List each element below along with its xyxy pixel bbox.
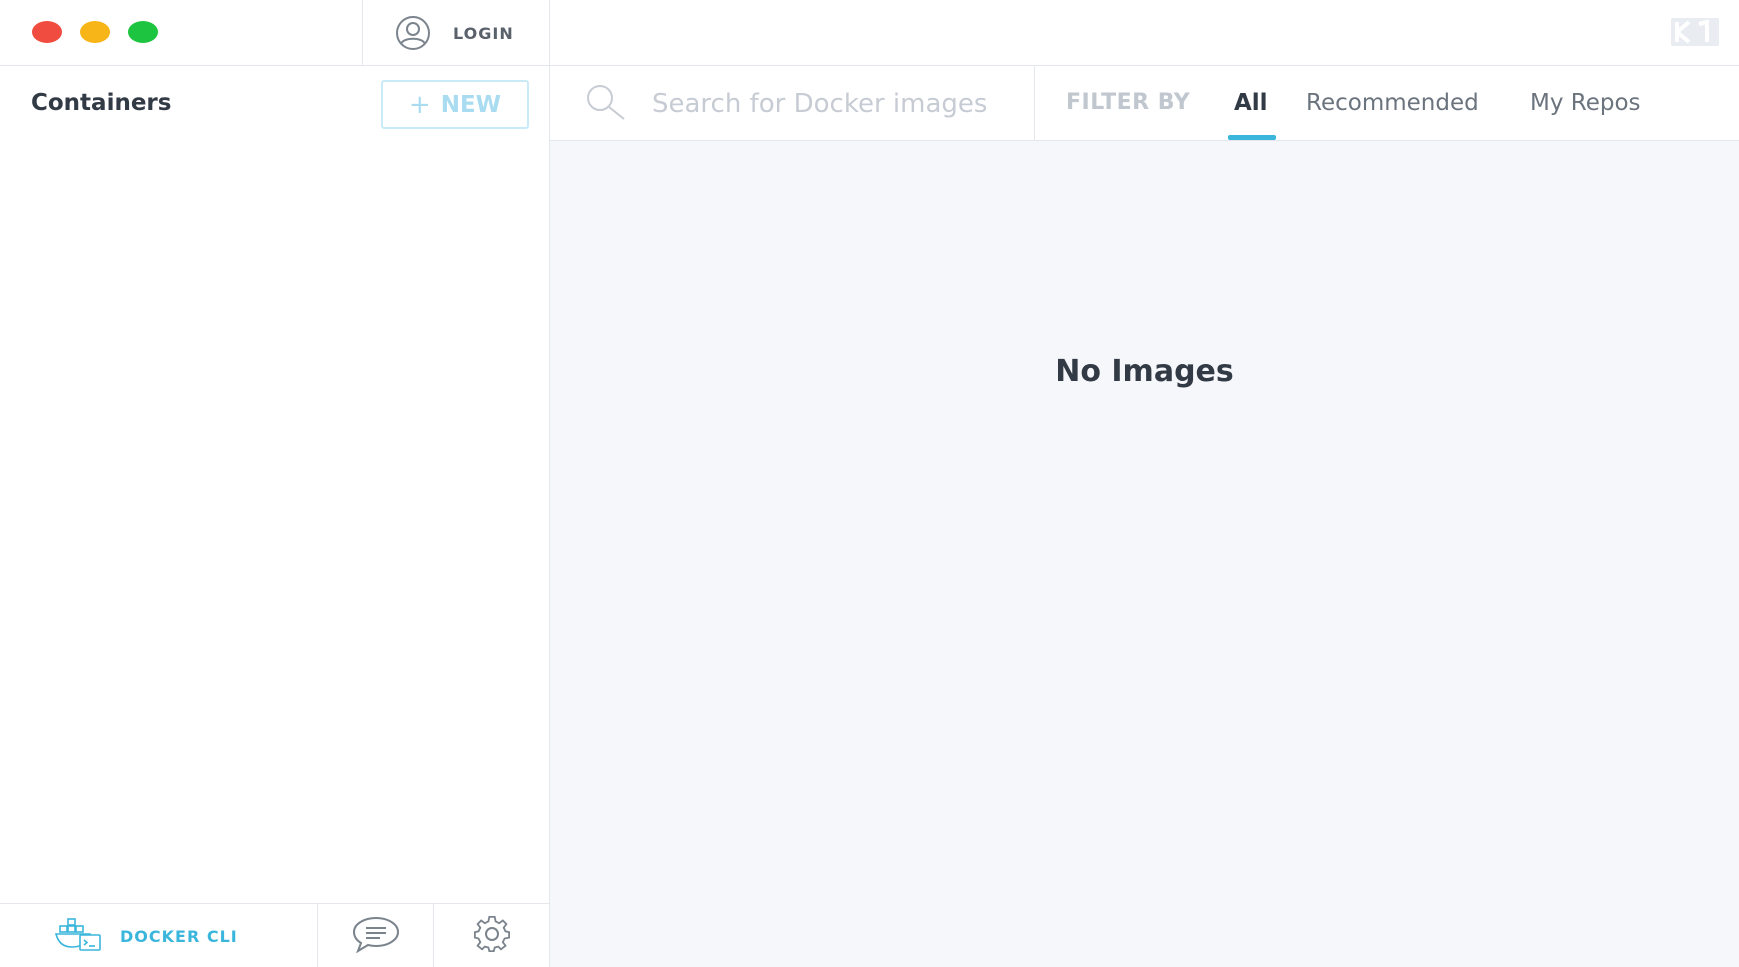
containers-title: Containers — [31, 90, 172, 116]
images-toolbar: FILTER BY All Recommended My Repos — [550, 66, 1739, 141]
new-container-button[interactable]: + NEW — [381, 80, 529, 129]
docker-cli-button[interactable]: DOCKER CLI — [0, 904, 318, 967]
main-titlebar — [550, 0, 1739, 66]
active-tab-indicator — [1228, 135, 1276, 140]
window-minimize-button[interactable] — [80, 21, 110, 43]
docker-cli-icon — [54, 916, 104, 956]
login-button[interactable]: LOGIN — [362, 0, 550, 66]
filter-by-label: FILTER BY — [1066, 90, 1191, 115]
app-window: LOGIN Containers + NEW DOCKER CLI Search… — [0, 0, 1739, 967]
user-circle-icon — [387, 15, 439, 51]
gear-icon — [468, 914, 516, 958]
search-icon — [580, 82, 630, 126]
window-close-button[interactable] — [32, 21, 62, 43]
settings-button[interactable] — [434, 904, 550, 967]
tab-my-repos[interactable]: My Repos — [1530, 90, 1641, 116]
sidebar-footer: DOCKER CLI — [0, 903, 550, 967]
sidebar: LOGIN Containers + NEW DOCKER CLI — [0, 0, 550, 967]
new-button-label: NEW — [440, 91, 502, 118]
sidebar-titlebar: LOGIN — [0, 0, 550, 66]
window-maximize-button[interactable] — [128, 21, 158, 43]
feedback-button[interactable] — [318, 904, 434, 967]
search-input[interactable] — [652, 83, 992, 124]
search-box — [550, 66, 1035, 141]
login-label: LOGIN — [453, 23, 514, 43]
tab-all[interactable]: All — [1234, 90, 1268, 116]
sidebar-header: Containers + NEW — [0, 66, 550, 139]
tab-recommended[interactable]: Recommended — [1306, 90, 1479, 116]
kitematic-logo-icon — [1669, 14, 1721, 50]
plus-icon: + — [408, 89, 431, 120]
docker-cli-label: DOCKER CLI — [120, 926, 238, 946]
main-panel: FILTER BY All Recommended My Repos No Im… — [550, 0, 1739, 967]
chat-bubble-icon — [350, 914, 402, 958]
empty-state-message: No Images — [1055, 354, 1234, 389]
